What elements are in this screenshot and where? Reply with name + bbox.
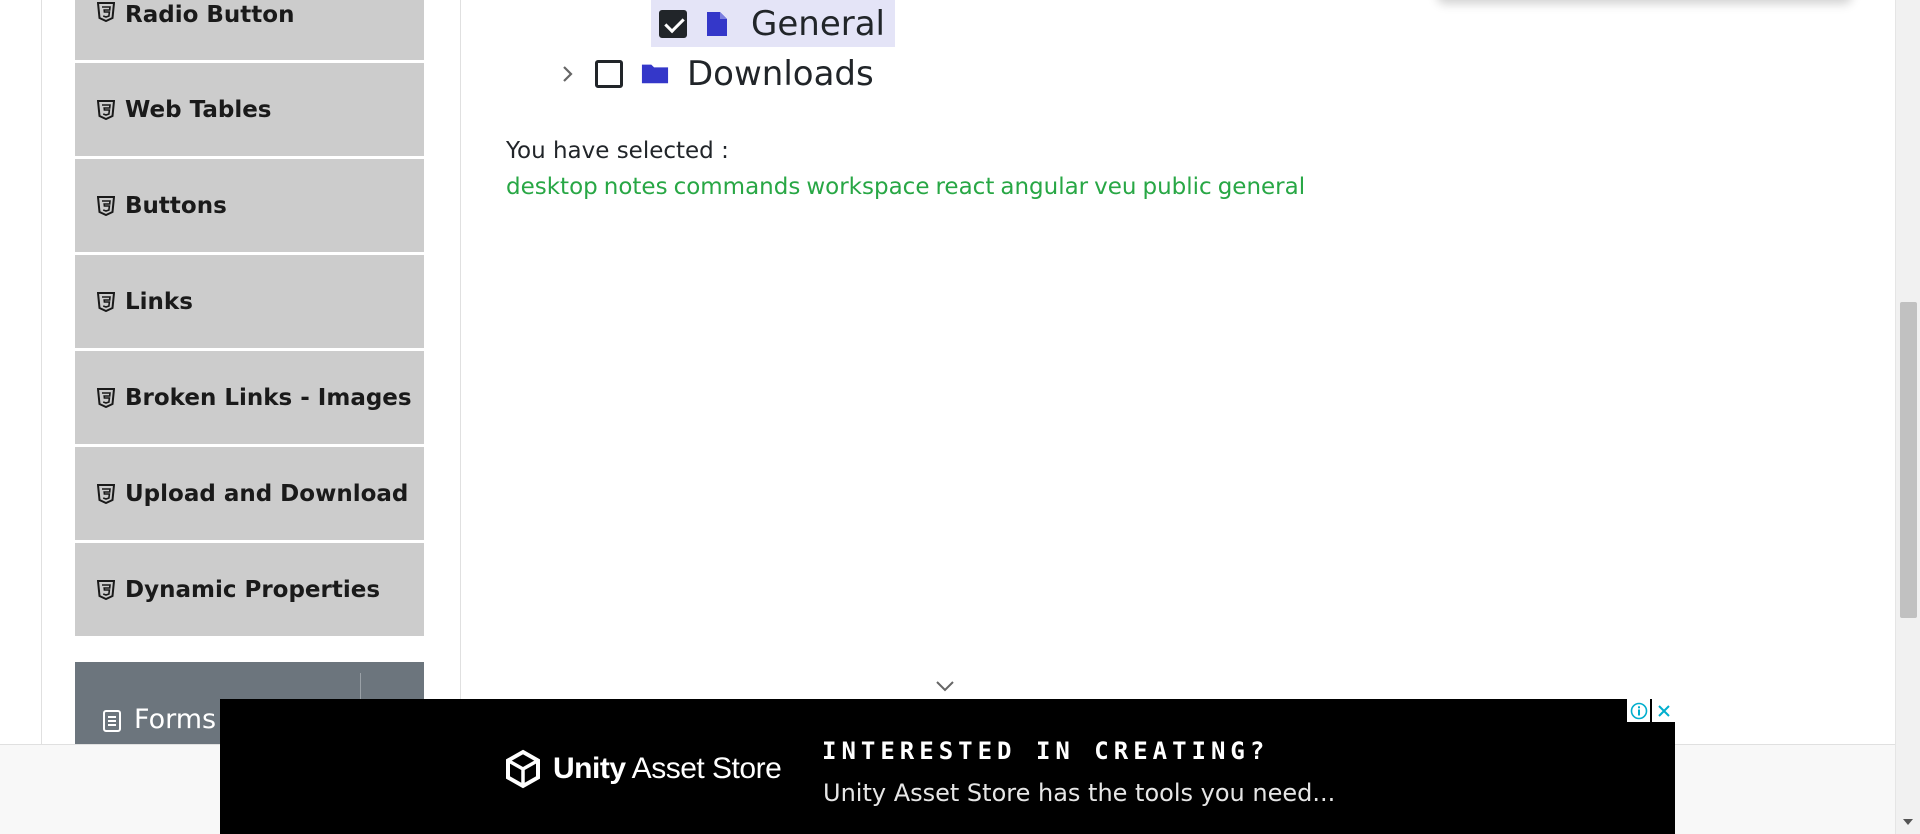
ad-brand: Unity Asset Store bbox=[553, 752, 782, 786]
unity-asset-store-logo: Unity Asset Store bbox=[503, 749, 782, 789]
html5-icon bbox=[97, 579, 115, 600]
ad-controls bbox=[1625, 699, 1675, 722]
sidebar-item-web-tables[interactable]: Web Tables bbox=[75, 63, 424, 157]
page-scrollbar[interactable] bbox=[1895, 0, 1920, 834]
sidebar-item-label: Radio Button bbox=[125, 2, 295, 28]
ad-brand-rest: Asset Store bbox=[625, 752, 782, 785]
sidebar-item-links[interactable]: Links bbox=[75, 255, 424, 349]
unity-cube-icon bbox=[503, 749, 543, 789]
tree-checkbox-general[interactable] bbox=[659, 9, 687, 38]
ad-info-icon[interactable] bbox=[1627, 699, 1650, 722]
html5-icon bbox=[97, 483, 115, 504]
html5-icon bbox=[97, 99, 115, 120]
sidebar-menu: Radio Button Web Tables Buttons Links Br… bbox=[75, 0, 424, 639]
ad-close-icon[interactable] bbox=[1652, 699, 1675, 722]
scroll-down-arrow-icon[interactable] bbox=[1902, 812, 1914, 825]
sidebar-item-label: Broken Links - Images bbox=[125, 384, 412, 411]
html5-icon bbox=[97, 291, 115, 312]
tree-node-downloads[interactable]: Downloads bbox=[555, 50, 874, 98]
tree-node-label: General bbox=[751, 3, 885, 44]
html5-icon bbox=[97, 387, 115, 408]
ad-banner[interactable]: Unity Asset Store INTERESTED IN CREATING… bbox=[220, 699, 1675, 834]
selected-item: veu bbox=[1094, 174, 1137, 200]
html5-icon bbox=[97, 2, 115, 22]
sidebar-item-upload-and-download[interactable]: Upload and Download bbox=[75, 447, 424, 541]
selection-prefix: You have selected : bbox=[506, 138, 729, 164]
sidebar-item-label: Buttons bbox=[125, 192, 227, 219]
ad-brand-bold: Unity bbox=[553, 752, 626, 785]
folder-icon bbox=[641, 60, 669, 88]
chevron-down-icon[interactable] bbox=[934, 678, 956, 692]
selected-item: notes bbox=[603, 174, 668, 200]
selected-item: react bbox=[935, 174, 995, 200]
sidebar-item-dynamic-properties[interactable]: Dynamic Properties bbox=[75, 543, 424, 637]
sidebar-item-label: Upload and Download bbox=[125, 480, 409, 507]
scrollbar-thumb[interactable] bbox=[1900, 302, 1917, 618]
sidebar-item-label: Links bbox=[125, 288, 193, 315]
sidebar-item-radio-button[interactable]: Radio Button bbox=[75, 0, 424, 61]
selected-item: workspace bbox=[806, 174, 930, 200]
ad-subline: Unity Asset Store has the tools you need… bbox=[823, 779, 1336, 807]
file-icon bbox=[705, 10, 733, 38]
selected-item: commands bbox=[673, 174, 801, 200]
selection-result: You have selected : desktop notes commands… bbox=[506, 133, 1386, 205]
document-list-icon bbox=[102, 710, 122, 732]
tree-node-label: Downloads bbox=[687, 54, 874, 94]
sidebar-item-label: Dynamic Properties bbox=[125, 576, 381, 603]
selected-item: angular bbox=[1000, 174, 1089, 200]
selected-item: general bbox=[1217, 174, 1306, 200]
selected-item: desktop bbox=[506, 174, 598, 200]
left-panel: Radio Button Web Tables Buttons Links Br… bbox=[41, 0, 461, 744]
tree-node-general[interactable]: General bbox=[651, 0, 895, 47]
selected-item: public bbox=[1142, 174, 1212, 200]
chevron-right-icon[interactable] bbox=[555, 62, 579, 86]
page: Radio Button Web Tables Buttons Links Br… bbox=[0, 0, 1920, 834]
sidebar-item-broken-links-images[interactable]: Broken Links - Images bbox=[75, 351, 424, 445]
ad-headline: INTERESTED IN CREATING? bbox=[822, 737, 1270, 765]
sidebar-group-label: Forms bbox=[134, 704, 217, 735]
tree-checkbox-downloads[interactable] bbox=[595, 60, 623, 88]
html5-icon bbox=[97, 195, 115, 216]
sidebar-item-label: Web Tables bbox=[125, 96, 272, 123]
sidebar-item-buttons[interactable]: Buttons bbox=[75, 159, 424, 253]
